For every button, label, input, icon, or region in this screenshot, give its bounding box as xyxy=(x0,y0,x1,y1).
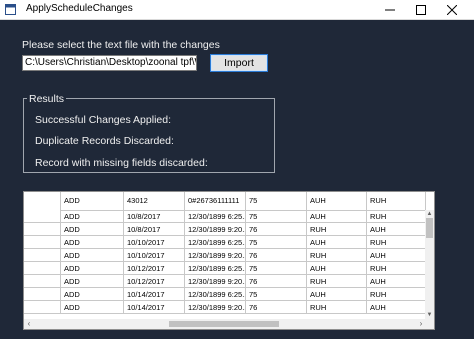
grid-cell[interactable]: ADD xyxy=(61,210,124,223)
scroll-left-icon[interactable]: ‹ xyxy=(24,319,34,329)
app-window-icon xyxy=(5,4,16,15)
file-path-field[interactable]: C:\Users\Christian\Desktop\zoonal tpf\W xyxy=(22,55,197,71)
horizontal-scroll-thumb[interactable] xyxy=(169,321,279,327)
grid-cell[interactable]: 12/30/1899 6:25... xyxy=(185,210,246,223)
grid-cell[interactable]: 12/30/1899 6:25... xyxy=(185,236,246,249)
grid-cell[interactable]: 76 xyxy=(246,275,307,288)
grid-cell[interactable]: ADD xyxy=(61,301,124,314)
row-header[interactable] xyxy=(24,288,61,301)
column-header[interactable]: AUH xyxy=(307,192,367,210)
row-header[interactable] xyxy=(24,223,61,236)
row-header[interactable] xyxy=(24,275,61,288)
duplicate-records-label: Duplicate Records Discarded: xyxy=(35,135,174,147)
grid-cell[interactable]: AUH xyxy=(307,236,367,249)
grid-cell[interactable]: AUH xyxy=(307,210,367,223)
maximize-button[interactable] xyxy=(406,0,436,19)
table-row[interactable]: ADD 10/12/2017 12/30/1899 9:20... 76 RUH… xyxy=(24,275,426,288)
grid-cell[interactable]: RUH xyxy=(307,223,367,236)
file-prompt-label: Please select the text file with the cha… xyxy=(22,39,220,51)
table-row[interactable]: ADD 10/14/2017 12/30/1899 9:20... 76 RUH… xyxy=(24,301,426,314)
minimize-icon xyxy=(385,9,395,10)
row-header[interactable] xyxy=(24,301,61,314)
import-button[interactable]: Import xyxy=(210,54,268,72)
grid-cell[interactable]: AUH xyxy=(367,301,426,314)
grid-cell[interactable]: AUH xyxy=(307,262,367,275)
grid-cell[interactable]: RUH xyxy=(307,301,367,314)
grid-cell[interactable]: 10/8/2017 xyxy=(124,210,185,223)
vertical-scrollbar[interactable]: ▲ ▼ xyxy=(425,210,434,319)
grid-cell[interactable]: AUH xyxy=(367,249,426,262)
grid-header-row: ADD 43012 0#26736111111 75 AUH RUH xyxy=(24,192,426,211)
results-legend: Results xyxy=(27,93,67,105)
grid-cell[interactable]: RUH xyxy=(367,210,426,223)
grid-cell[interactable]: ADD xyxy=(61,223,124,236)
grid-cell[interactable]: 12/30/1899 9:20... xyxy=(185,275,246,288)
table-row[interactable]: ADD 10/8/2017 12/30/1899 6:25... 75 AUH … xyxy=(24,210,426,223)
column-header[interactable]: RUH xyxy=(367,192,426,210)
grid-cell[interactable]: 75 xyxy=(246,236,307,249)
grid-cell[interactable]: ADD xyxy=(61,236,124,249)
scroll-down-icon[interactable]: ▼ xyxy=(425,311,434,319)
grid-cell[interactable]: AUH xyxy=(367,275,426,288)
row-header-corner xyxy=(24,192,61,210)
grid-cell[interactable]: 76 xyxy=(246,301,307,314)
grid-cell[interactable]: ADD xyxy=(61,288,124,301)
grid-cell[interactable]: ADD xyxy=(61,249,124,262)
grid-cell[interactable]: 75 xyxy=(246,288,307,301)
grid-cell[interactable]: AUH xyxy=(367,223,426,236)
grid-cell[interactable]: 12/30/1899 9:20... xyxy=(185,249,246,262)
grid-cell[interactable]: 10/14/2017 xyxy=(124,288,185,301)
window-title: ApplyScheduleChanges xyxy=(26,3,133,14)
scroll-up-icon[interactable]: ▲ xyxy=(425,210,434,218)
grid-cell[interactable]: RUH xyxy=(367,236,426,249)
table-row[interactable]: ADD 10/10/2017 12/30/1899 9:20... 76 RUH… xyxy=(24,249,426,262)
grid-cell[interactable]: 76 xyxy=(246,249,307,262)
data-grid[interactable]: ADD 43012 0#26736111111 75 AUH RUH ADD 1… xyxy=(23,191,435,330)
column-header[interactable]: 43012 xyxy=(124,192,185,210)
grid-cell[interactable]: AUH xyxy=(307,288,367,301)
close-icon xyxy=(447,4,457,15)
table-row[interactable]: ADD 10/12/2017 12/30/1899 6:25... 75 AUH… xyxy=(24,262,426,275)
row-header[interactable] xyxy=(24,236,61,249)
column-header[interactable]: 75 xyxy=(246,192,307,210)
successful-changes-label: Successful Changes Applied: xyxy=(35,114,172,126)
grid-cell[interactable]: 12/30/1899 9:20... xyxy=(185,223,246,236)
grid-cell[interactable]: ADD xyxy=(61,262,124,275)
close-button[interactable] xyxy=(437,0,467,19)
missing-fields-label: Record with missing fields discarded: xyxy=(35,157,208,169)
grid-cell[interactable]: 12/30/1899 6:25... xyxy=(185,262,246,275)
vertical-scroll-thumb[interactable] xyxy=(426,218,433,238)
column-header[interactable]: 0#26736111111 xyxy=(185,192,246,210)
grid-cell[interactable]: 10/10/2017 xyxy=(124,236,185,249)
row-header[interactable] xyxy=(24,210,61,223)
grid-cell[interactable]: 10/12/2017 xyxy=(124,275,185,288)
grid-cell[interactable]: 12/30/1899 9:20... xyxy=(185,301,246,314)
grid-cell[interactable]: 12/30/1899 6:25... xyxy=(185,288,246,301)
horizontal-scrollbar[interactable]: ‹ › xyxy=(24,319,426,329)
column-header[interactable]: ADD xyxy=(61,192,124,210)
grid-cell[interactable]: 10/14/2017 xyxy=(124,301,185,314)
table-row[interactable]: ADD 10/8/2017 12/30/1899 9:20... 76 RUH … xyxy=(24,223,426,236)
grid-cell[interactable]: 75 xyxy=(246,262,307,275)
scrollbar-corner xyxy=(425,319,434,329)
grid-cell[interactable]: RUH xyxy=(307,249,367,262)
grid-cell[interactable]: RUH xyxy=(307,275,367,288)
title-bar: ApplyScheduleChanges xyxy=(0,0,474,20)
row-header[interactable] xyxy=(24,262,61,275)
grid-cell[interactable]: ADD xyxy=(61,275,124,288)
table-row[interactable]: ADD 10/10/2017 12/30/1899 6:25... 75 AUH… xyxy=(24,236,426,249)
grid-cell[interactable]: 10/8/2017 xyxy=(124,223,185,236)
grid-cell[interactable]: 10/12/2017 xyxy=(124,262,185,275)
grid-cell[interactable]: 10/10/2017 xyxy=(124,249,185,262)
minimize-button[interactable] xyxy=(375,0,405,19)
grid-cell[interactable]: RUH xyxy=(367,288,426,301)
grid-cell[interactable]: 75 xyxy=(246,210,307,223)
table-row[interactable]: ADD 10/14/2017 12/30/1899 6:25... 75 AUH… xyxy=(24,288,426,301)
grid-cell[interactable]: RUH xyxy=(367,262,426,275)
grid-cell[interactable]: 76 xyxy=(246,223,307,236)
maximize-icon xyxy=(416,4,426,15)
row-header[interactable] xyxy=(24,249,61,262)
